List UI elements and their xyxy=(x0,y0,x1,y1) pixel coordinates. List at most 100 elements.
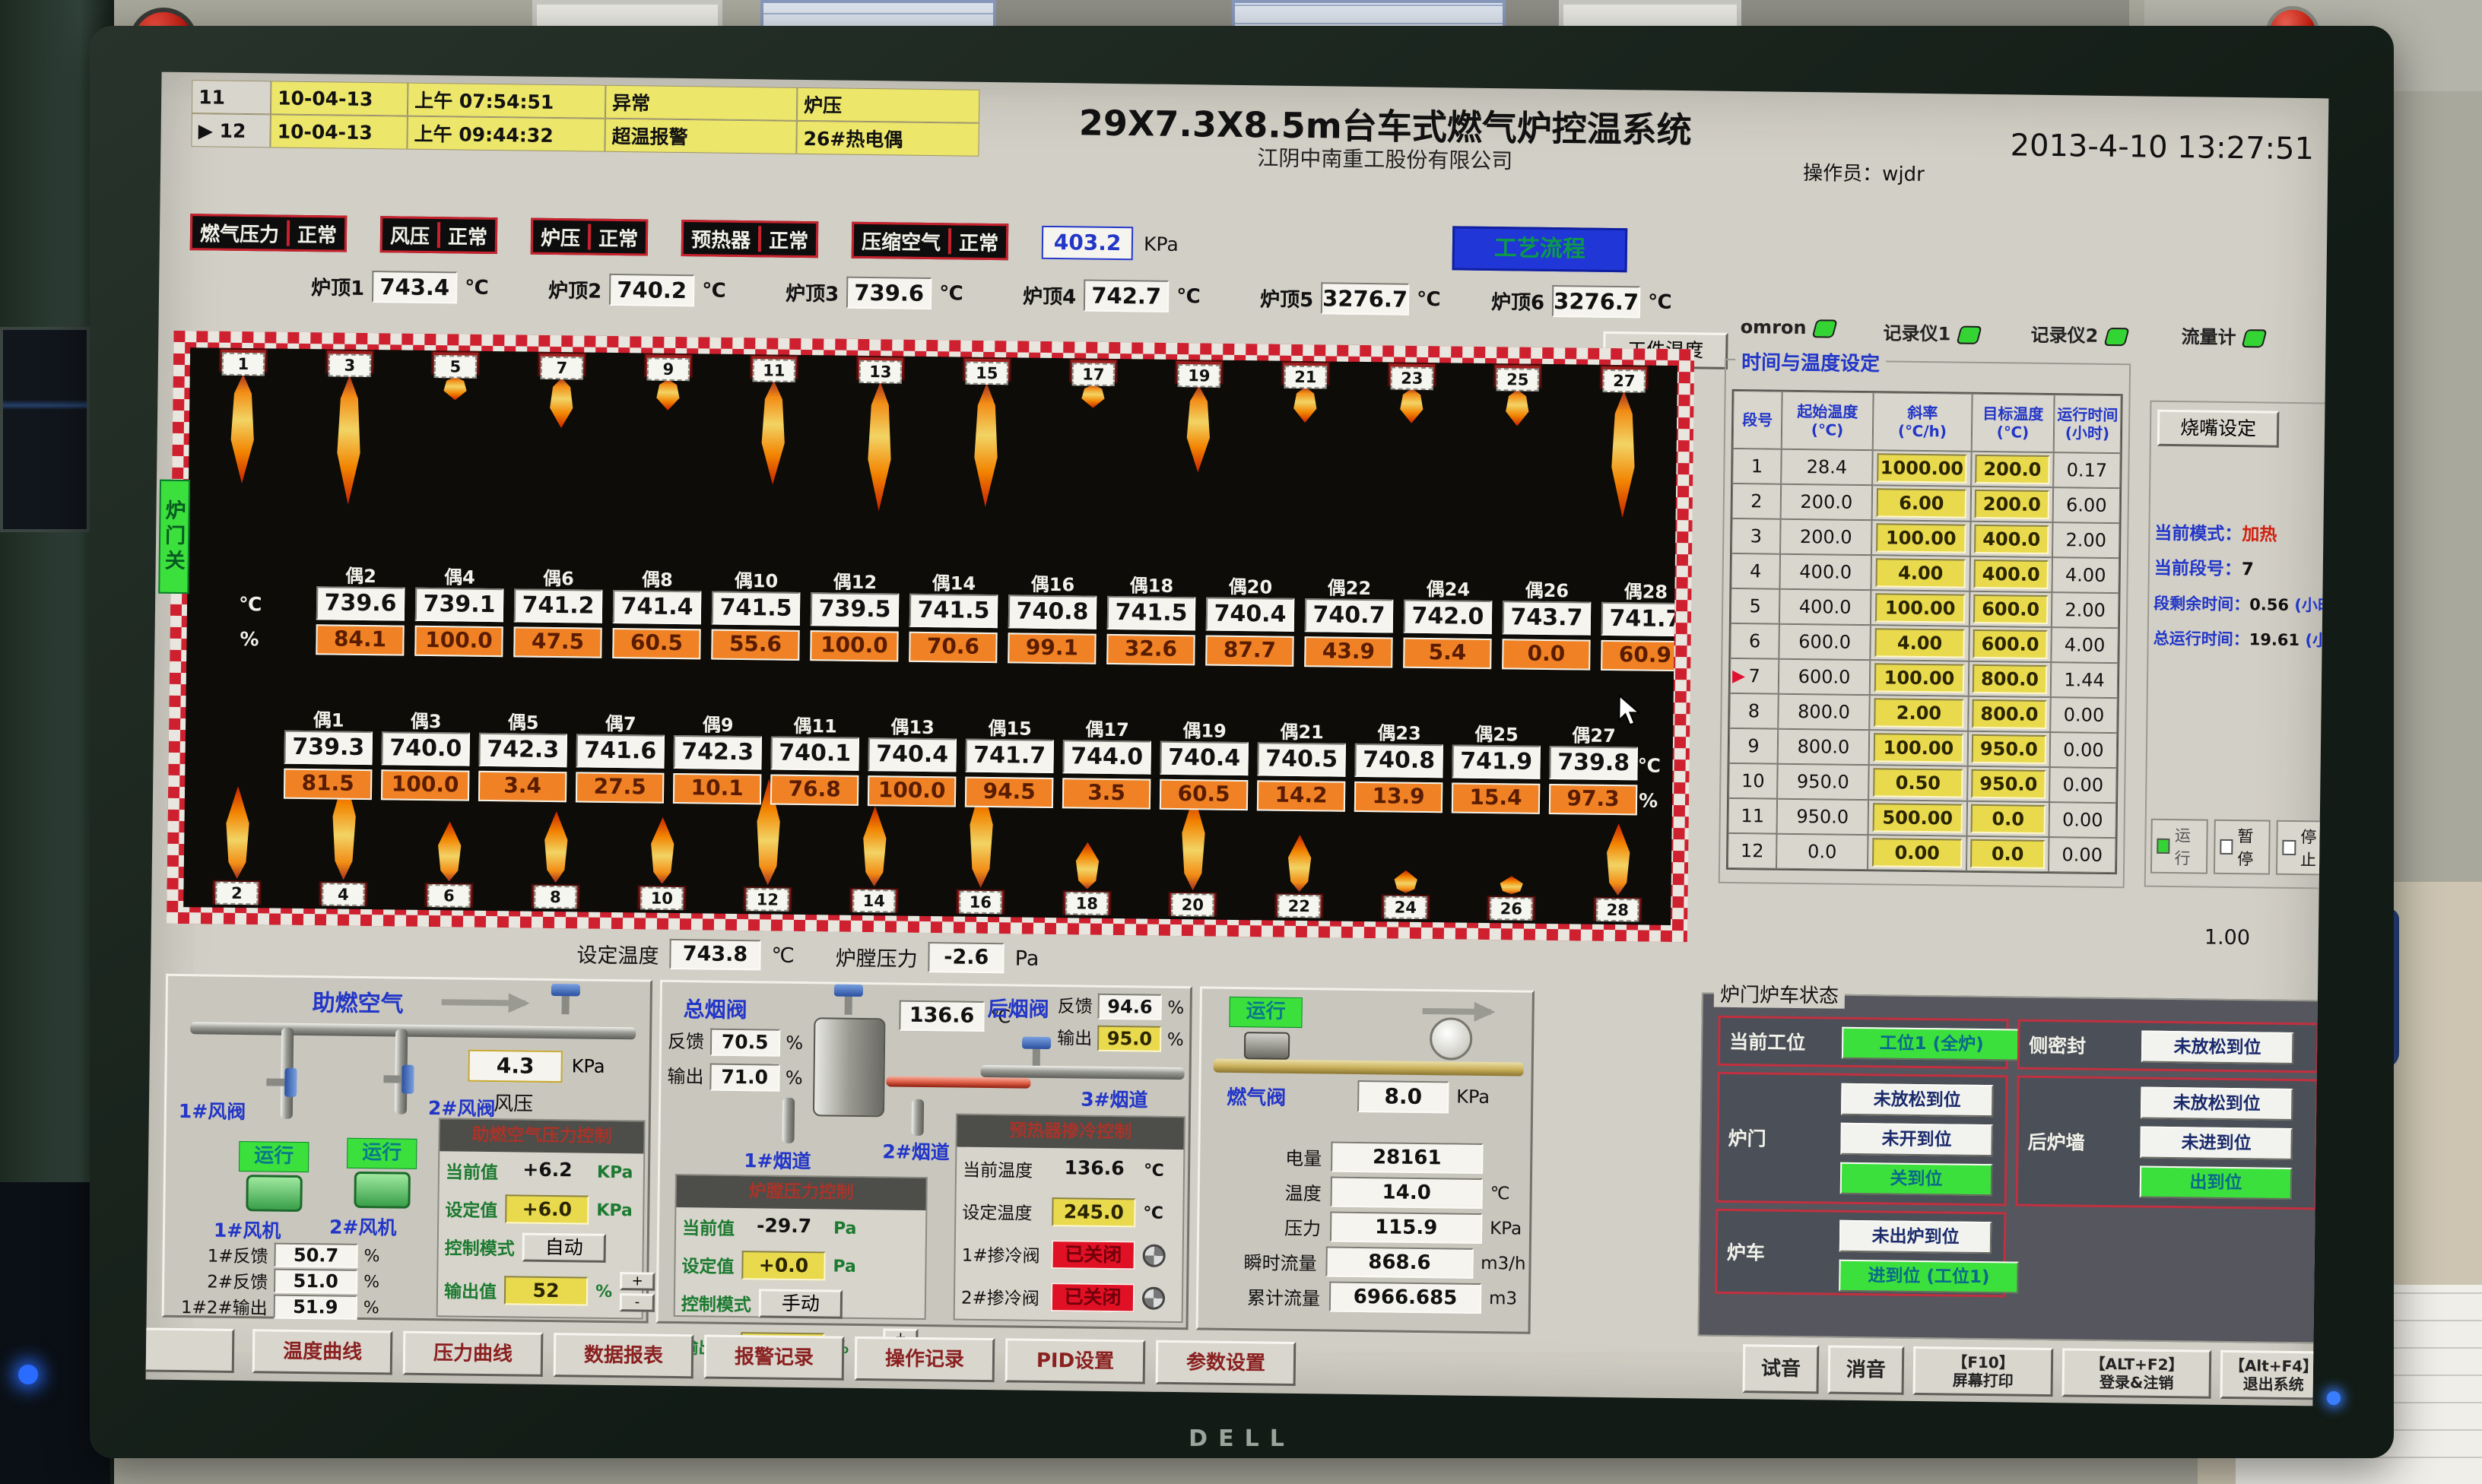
bottom-button[interactable]: 报警记录 xyxy=(704,1334,845,1380)
setpoint-cell[interactable]: 500.00 xyxy=(1873,803,1963,832)
setpoint-cell[interactable]: 100.00 xyxy=(1874,663,1964,693)
schedule-row[interactable]: 9800.0100.00950.00.00 xyxy=(1729,728,2118,768)
burner-setting-button[interactable]: 烧嘴设定 xyxy=(2157,410,2280,448)
setpoint-cell[interactable]: 200.0 xyxy=(1975,455,2049,484)
door-status-chip: 进到位 (工位1) xyxy=(1839,1260,2018,1294)
bottom-button[interactable]: 参数设置 xyxy=(1156,1340,1297,1386)
setpoint-cell[interactable]: 950.0 xyxy=(1971,769,2046,799)
burner-flame xyxy=(1074,842,1102,889)
system-button[interactable]: 【ALT+F2】登录&注销 xyxy=(2062,1348,2212,1398)
pause-button[interactable]: 暂停 xyxy=(2214,820,2271,875)
burner-number-tag: 16 xyxy=(959,891,1001,915)
setpoint-cell[interactable]: 600.0 xyxy=(1973,595,2048,624)
schedule-row[interactable]: 5400.0100.00600.02.00 xyxy=(1731,588,2119,628)
schedule-row[interactable]: 8800.02.00800.00.00 xyxy=(1729,693,2118,733)
preheat-setpoint[interactable]: 245.0 xyxy=(1052,1197,1135,1227)
thermocouple-output: 100.0 xyxy=(381,769,469,801)
setpoint-cell[interactable]: 800.0 xyxy=(1973,664,2047,694)
preheater-control-box: 预热器掺冷控制当前温度136.6℃设定温度245.0℃1#掺冷阀已关闭2#掺冷阀… xyxy=(954,1114,1185,1324)
setpoint-cell[interactable]: 100.00 xyxy=(1876,523,1966,553)
control-mode-button[interactable]: 自动 xyxy=(522,1233,606,1263)
bottom-button[interactable]: 数据报表 xyxy=(554,1333,694,1378)
bottom-button-cropped[interactable] xyxy=(146,1327,235,1373)
control-setpoint[interactable]: +6.0 xyxy=(505,1194,589,1224)
rear-pipe xyxy=(981,1065,1185,1080)
schedule-row[interactable]: 128.41000.00200.00.17 xyxy=(1732,449,2121,488)
setpoint-cell[interactable]: 0.0 xyxy=(1971,804,2046,834)
schedule-cell: ▶7 xyxy=(1730,658,1779,694)
schedule-row[interactable]: 2200.06.00200.06.00 xyxy=(1732,484,2121,523)
thermocouple-temp: 741.5 xyxy=(1107,596,1196,630)
system-button[interactable]: 【Alt+F4】退出系统 xyxy=(2220,1350,2327,1400)
schedule-row[interactable]: 11950.0500.000.00.00 xyxy=(1728,798,2117,838)
schedule-header-cell: 起始温度(℃) xyxy=(1782,392,1874,450)
button-line: 屏幕打印 xyxy=(1915,1371,2051,1390)
air-pressure-control-box: 助燃空气压力控制当前值+6.2KPa设定值+6.0KPa控制模式自动输出值52%… xyxy=(436,1118,646,1319)
thermocouple-temp: 740.4 xyxy=(1206,597,1295,631)
fan-icon xyxy=(1143,1245,1166,1267)
alarm-table[interactable]: 1110-04-13上午 07:54:51异常炉压▶ 1210-04-13上午 … xyxy=(191,80,979,157)
burner-number-tag: 9 xyxy=(647,357,690,381)
valve-closed-chip: 已关闭 xyxy=(1051,1240,1135,1270)
schedule-row[interactable]: 3200.0100.00400.02.00 xyxy=(1731,518,2120,558)
setpoint-cell[interactable]: 1000.00 xyxy=(1877,453,1966,483)
bottom-button[interactable]: PID设置 xyxy=(1005,1338,1146,1384)
setpoint-cell[interactable]: 600.0 xyxy=(1973,629,2048,659)
setpoint-cell[interactable]: 200.0 xyxy=(1975,490,2049,519)
burner-number-tag: 5 xyxy=(434,355,477,379)
increment-button[interactable]: + xyxy=(620,1272,655,1291)
setpoint-cell[interactable]: 400.0 xyxy=(1974,525,2049,554)
gas-row-label: 瞬时流量 xyxy=(1206,1247,1316,1275)
setpoint-cell[interactable]: 100.00 xyxy=(1875,593,1965,623)
schedule-table[interactable]: 段号起始温度(℃)斜率(℃/h)目标温度(℃)运行时间(小时)128.41000… xyxy=(1726,389,2123,874)
rear-smoke-valve-label: 后烟阀 xyxy=(987,992,1049,1023)
schedule-row[interactable]: 4400.04.00400.04.00 xyxy=(1731,553,2119,593)
setpoint-cell[interactable]: 6.00 xyxy=(1877,488,1966,518)
fb-label: 反馈 xyxy=(668,1031,704,1053)
system-button[interactable]: 试音 xyxy=(1743,1344,1820,1394)
smoke-output: 输出 71.0 % xyxy=(667,1061,803,1092)
header-line: 起始温度 xyxy=(1797,402,1858,421)
setpoint-cell[interactable]: 2.00 xyxy=(1874,698,1963,728)
burner-flame xyxy=(224,786,252,879)
schedule-cell: 950.0 xyxy=(1777,764,1869,800)
burner-number-tag: 7 xyxy=(541,357,583,380)
setpoint-cell[interactable]: 400.0 xyxy=(1974,560,2049,589)
schedule-row[interactable]: 6600.04.00600.04.00 xyxy=(1730,623,2119,663)
schedule-row[interactable]: ▶7600.0100.00800.01.44 xyxy=(1730,658,2119,698)
schedule-cell: 1 xyxy=(1732,449,1782,484)
bottom-button[interactable]: 压力曲线 xyxy=(403,1331,544,1377)
setpoint-cell[interactable]: 0.00 xyxy=(1872,838,1962,867)
burner-flame xyxy=(441,376,468,400)
gas-row-unit: m3 xyxy=(1489,1289,1517,1308)
setpoint-cell[interactable]: 0.0 xyxy=(1970,839,2045,869)
process-flow-button[interactable]: 工艺流程 xyxy=(1452,226,1628,272)
schedule-row[interactable]: 10950.00.50950.00.00 xyxy=(1728,763,2117,803)
control-row: 控制模式自动 xyxy=(438,1227,643,1267)
system-button[interactable]: 消音 xyxy=(1828,1346,1905,1395)
bottom-button[interactable]: 操作记录 xyxy=(855,1337,995,1382)
control-setpoint[interactable]: 52 xyxy=(504,1276,588,1305)
setpoint-cell[interactable]: 0.50 xyxy=(1873,768,1963,797)
duct1-label: 1#烟道 xyxy=(744,1146,811,1174)
control-setpoint[interactable]: +0.0 xyxy=(741,1251,825,1280)
setpoint-cell[interactable]: 4.00 xyxy=(1875,628,1965,658)
setpoint-cell[interactable]: 950.0 xyxy=(1972,734,2046,764)
schedule-cell: 8 xyxy=(1729,693,1779,729)
setpoint-cell[interactable]: 100.00 xyxy=(1874,733,1963,763)
gas-row-value: 115.9 xyxy=(1330,1212,1482,1244)
bottom-button[interactable]: 温度曲线 xyxy=(252,1329,393,1375)
stop-button[interactable]: 停止 xyxy=(2276,820,2328,876)
thermocouple-output: 3.5 xyxy=(1062,778,1151,809)
system-button[interactable]: 【F10】屏幕打印 xyxy=(1913,1346,2054,1397)
run-button[interactable]: 运行 xyxy=(2150,819,2208,874)
gas-row-value: 868.6 xyxy=(1325,1246,1473,1278)
setpoint-cell[interactable]: 4.00 xyxy=(1876,558,1966,588)
chamber-pressure-control-box: 炉膛压力控制当前值-29.7Pa设定值+0.0Pa控制模式手动输出值71%+- xyxy=(674,1174,928,1320)
indicator-green-light xyxy=(2103,328,2129,346)
decrement-button[interactable]: - xyxy=(620,1293,655,1312)
setpoint-cell[interactable]: 800.0 xyxy=(1972,699,2046,729)
schedule-row[interactable]: 120.00.000.00.00 xyxy=(1728,833,2116,873)
control-mode-button[interactable]: 手动 xyxy=(759,1289,843,1318)
burner-flame xyxy=(1079,384,1106,407)
